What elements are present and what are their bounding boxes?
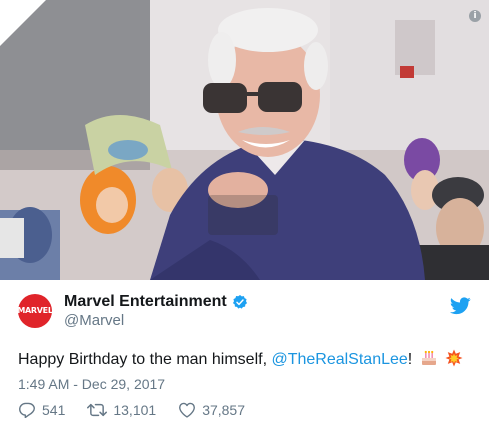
collision-burst-icon xyxy=(445,349,463,367)
avatar[interactable]: MARVEL xyxy=(17,294,53,328)
retweet-count: 13,101 xyxy=(113,402,157,418)
tweet-text: Happy Birthday to the man himself, @TheR… xyxy=(18,349,463,369)
retweet-icon xyxy=(87,403,108,417)
reply-action[interactable]: 541 xyxy=(18,402,65,418)
twitter-bird-icon[interactable] xyxy=(450,297,471,315)
tweet-actions: 541 13,101 37,857 xyxy=(18,402,267,418)
verified-badge-icon xyxy=(232,295,247,309)
embedded-tweet-card: i MARVEL Marvel Entertainment @Marvel Ha… xyxy=(0,0,489,436)
author-display-name-row[interactable]: Marvel Entertainment xyxy=(64,293,248,311)
tweet-timestamp[interactable]: 1:49 AM - Dec 29, 2017 xyxy=(18,376,165,392)
author-handle[interactable]: @Marvel xyxy=(64,312,248,329)
reply-icon xyxy=(19,402,35,418)
tweet-text-body: Happy Birthday to the man himself, xyxy=(18,351,272,368)
stan-lee-photo-illustration xyxy=(0,0,489,280)
author-names: Marvel Entertainment @Marvel xyxy=(64,293,248,329)
reply-count: 541 xyxy=(42,402,66,418)
info-icon[interactable]: i xyxy=(469,10,481,22)
tweet-photo[interactable]: i xyxy=(0,0,489,280)
birthday-cake-icon xyxy=(421,350,436,365)
retweet-action[interactable]: 13,101 xyxy=(87,402,156,418)
like-count: 37,857 xyxy=(202,402,246,418)
corner-fold xyxy=(0,0,46,46)
heart-icon xyxy=(179,402,196,418)
tweet-text-end: ! xyxy=(407,351,413,368)
author-display-name[interactable]: Marvel Entertainment xyxy=(64,293,227,311)
like-action[interactable]: 37,857 xyxy=(178,402,245,418)
tweet-author[interactable]: MARVEL Marvel Entertainment @Marvel xyxy=(17,293,248,329)
mention-link[interactable]: @TheRealStanLee xyxy=(271,351,407,368)
